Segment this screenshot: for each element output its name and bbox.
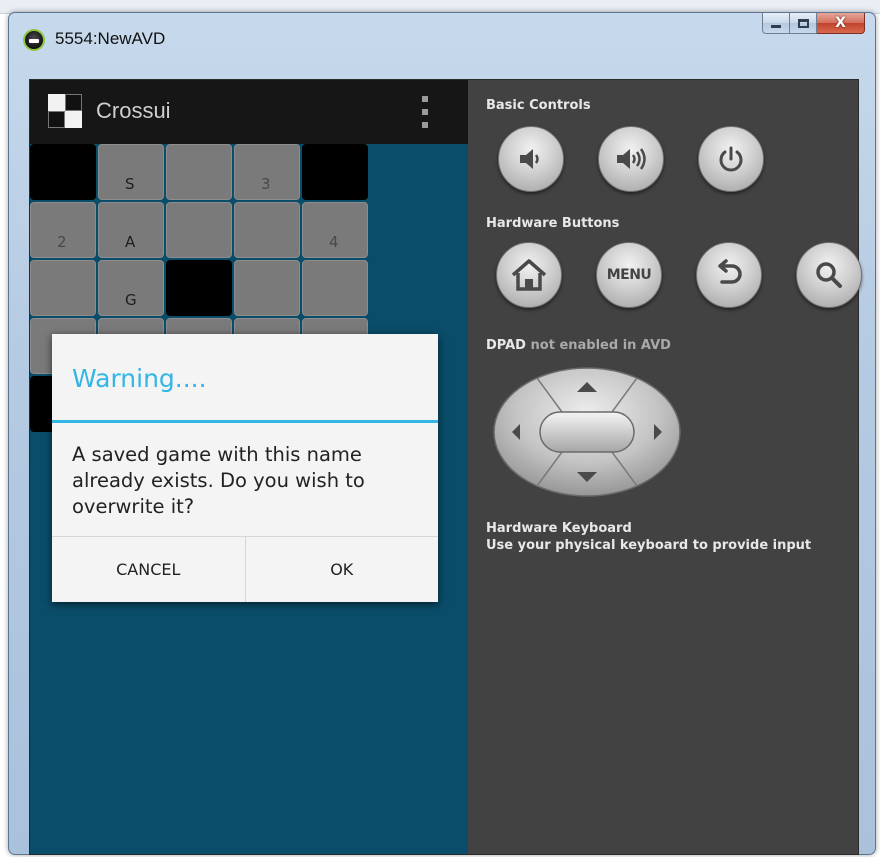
overflow-menu-icon[interactable] — [422, 96, 430, 128]
crossword-cell[interactable] — [234, 202, 300, 258]
crossword-cell[interactable]: 2 — [30, 202, 96, 258]
volume-up-button[interactable] — [598, 126, 664, 192]
grid-dot — [95, 199, 100, 204]
device-screen[interactable]: Crossui S 3 2 A 4 G Warning.... A saved game … — [30, 80, 468, 854]
grid-dot — [163, 257, 168, 262]
grid-dot — [163, 199, 168, 204]
app-title: Crossui — [96, 98, 171, 123]
crossword-cell[interactable]: G — [98, 260, 164, 316]
crossword-cell[interactable]: A — [98, 202, 164, 258]
grid-dot — [163, 315, 168, 320]
cell-letter: A — [125, 233, 136, 251]
grid-dot — [299, 257, 304, 262]
grid-dot — [367, 199, 372, 204]
close-icon: X — [835, 15, 846, 31]
warning-dialog: Warning.... A saved game with this name … — [52, 334, 438, 602]
crossword-cell[interactable]: 3 — [234, 144, 300, 200]
cell-number: 2 — [57, 233, 67, 251]
cell-number: 4 — [329, 233, 339, 251]
volume-down-icon — [520, 149, 539, 169]
keyboard-description: Use your physical keyboard to provide in… — [486, 538, 812, 553]
crossword-cell[interactable] — [302, 144, 368, 200]
keyboard-title: Hardware Keyboard — [486, 521, 632, 536]
grid-dot — [231, 257, 236, 262]
back-button[interactable] — [696, 242, 762, 308]
app-icon — [48, 94, 82, 128]
emulator-client-area: Crossui S 3 2 A 4 G Warning.... A saved game … — [29, 79, 862, 855]
menu-button[interactable]: MENU — [596, 242, 662, 308]
grid-dot — [367, 257, 372, 262]
menu-label: MENU — [606, 267, 652, 283]
crossword-cell[interactable] — [166, 260, 232, 316]
dialog-title: Warning.... — [72, 364, 207, 393]
power-button[interactable] — [698, 126, 764, 192]
caption-buttons: X — [762, 13, 865, 34]
maximize-button[interactable] — [790, 13, 817, 34]
back-icon — [718, 259, 742, 284]
grid-dot — [95, 315, 100, 320]
ok-button[interactable]: OK — [244, 537, 439, 602]
cell-letter: S — [125, 175, 135, 193]
home-icon — [511, 259, 547, 291]
dpad-status: not enabled in AVD — [530, 338, 671, 353]
emulator-window: 5554:NewAVD X Crossui S32A4G Warning....… — [8, 12, 876, 855]
home-button[interactable] — [496, 242, 562, 308]
volume-up-icon — [617, 148, 646, 170]
cell-letter: G — [125, 291, 137, 309]
maximize-icon — [797, 18, 809, 28]
crossword-cell[interactable]: S — [98, 144, 164, 200]
dpad-control[interactable] — [492, 366, 682, 498]
minimize-button[interactable] — [762, 13, 790, 34]
dialog-message: A saved game with this name already exis… — [72, 443, 365, 518]
crossword-cell[interactable] — [166, 144, 232, 200]
dialog-button-bar: CANCEL OK — [52, 536, 438, 602]
power-icon — [719, 146, 743, 172]
dpad-label: DPAD not enabled in AVD — [486, 338, 671, 353]
android-avd-icon — [23, 29, 45, 51]
title-bar[interactable]: 5554:NewAVD X — [9, 13, 875, 63]
cell-number: 3 — [261, 175, 271, 193]
cancel-button[interactable]: CANCEL — [52, 537, 245, 602]
search-icon — [816, 262, 842, 288]
volume-down-button[interactable] — [498, 126, 564, 192]
action-bar: Crossui — [30, 80, 468, 144]
crossword-cell[interactable] — [234, 260, 300, 316]
crossword-cell[interactable] — [30, 260, 96, 316]
minimize-icon — [771, 25, 781, 28]
grid-dot — [299, 315, 304, 320]
dialog-divider — [52, 420, 438, 423]
crossword-cell[interactable] — [302, 260, 368, 316]
window-title: 5554:NewAVD — [55, 29, 166, 48]
grid-dot — [231, 199, 236, 204]
basic-controls-label: Basic Controls — [486, 98, 591, 113]
crossword-cell[interactable]: 4 — [302, 202, 368, 258]
grid-dot — [367, 315, 372, 320]
crossword-cell[interactable] — [166, 202, 232, 258]
close-button[interactable]: X — [817, 13, 865, 34]
search-button[interactable] — [796, 242, 862, 308]
dpad-title: DPAD — [486, 338, 526, 353]
grid-dot — [95, 257, 100, 262]
crossword-cell[interactable] — [30, 144, 96, 200]
hardware-buttons-label: Hardware Buttons — [486, 216, 620, 231]
grid-dot — [299, 199, 304, 204]
grid-dot — [231, 315, 236, 320]
controls-panel: Basic Controls Hardware Buttons MENU DPA… — [468, 80, 862, 854]
